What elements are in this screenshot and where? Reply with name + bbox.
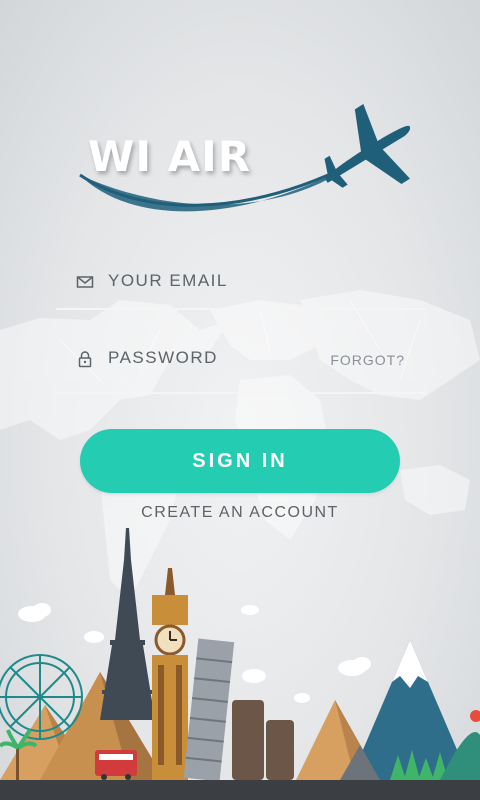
email-label: YOUR EMAIL (108, 271, 228, 290)
envelope-icon (76, 276, 94, 288)
password-label: PASSWORD (108, 348, 218, 367)
email-underline (56, 308, 426, 310)
email-field[interactable]: YOUR EMAIL (56, 250, 426, 310)
lock-icon (78, 351, 92, 368)
forgot-password-link[interactable]: FORGOT? (330, 352, 405, 368)
landmarks-illustration (0, 528, 480, 800)
password-underline (56, 392, 426, 394)
brand-name: WI AIR (88, 132, 252, 181)
sign-in-button[interactable]: SIGN IN (80, 429, 400, 493)
